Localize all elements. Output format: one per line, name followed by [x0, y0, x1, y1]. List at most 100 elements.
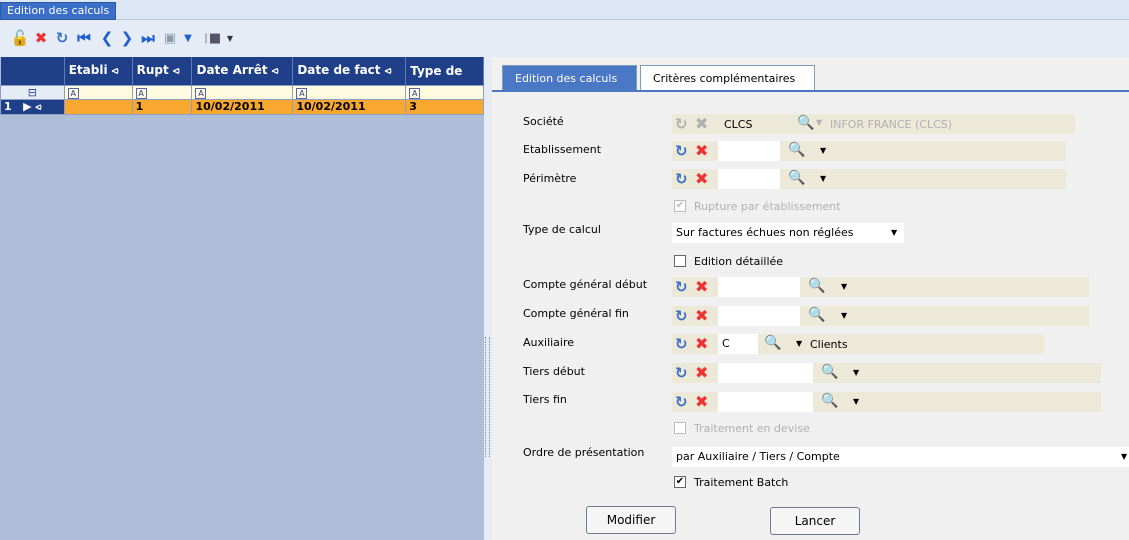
cell-rupt[interactable]: 1: [131, 98, 193, 115]
form-panel: Edition des calculs Critères complémenta…: [492, 57, 1129, 540]
view-icon[interactable]: ▣: [162, 30, 178, 46]
traitement-batch-checkbox[interactable]: ✔: [674, 476, 686, 488]
refresh-icon: ↻: [675, 115, 688, 133]
traitement-batch-label: Traitement Batch: [694, 476, 789, 489]
chevron-down-icon[interactable]: ▼: [820, 171, 830, 187]
search-icon[interactable]: 🔍: [788, 142, 805, 158]
search-icon[interactable]: 🔍: [808, 307, 825, 323]
chevron-down-icon[interactable]: ▼: [853, 394, 863, 410]
filter-icon[interactable]: A: [409, 87, 421, 98]
filter-icon[interactable]: A: [195, 87, 207, 98]
modifier-button[interactable]: Modifier: [586, 506, 676, 534]
filter-cell[interactable]: A: [131, 84, 193, 100]
chevron-down-icon[interactable]: ▼: [796, 336, 806, 352]
etablissement-input[interactable]: [718, 141, 780, 161]
tiers-fin-label: Tiers fin: [523, 393, 567, 406]
filter-cell[interactable]: A: [405, 84, 484, 100]
search-icon: 🔍: [797, 115, 815, 131]
auxiliaire-label: Auxiliaire: [523, 336, 575, 349]
perimetre-input[interactable]: [718, 169, 780, 189]
export-dropdown-icon[interactable]: ▼: [222, 30, 238, 46]
lancer-button[interactable]: Lancer: [770, 507, 860, 535]
type-calcul-label: Type de calcul: [523, 223, 601, 236]
filter-cell[interactable]: A: [292, 84, 407, 100]
chevron-down-icon[interactable]: ▼: [891, 225, 901, 241]
previous-record-icon[interactable]: ❮: [99, 29, 115, 47]
search-icon[interactable]: 🔍: [821, 364, 838, 380]
grid-header-row: Etabli ⪦ Rupt ⪦ Date Arrêt ⪦ Date de fac…: [0, 57, 484, 85]
table-row[interactable]: 1 ▶ ⪦ 1 10/02/2011 10/02/2011 3: [0, 98, 484, 115]
rupture-label: Rupture par établissement: [694, 200, 841, 213]
chevron-down-icon[interactable]: ▼: [841, 308, 851, 324]
tab-edition-calculs[interactable]: Edition des calculs: [502, 65, 637, 90]
unlock-icon[interactable]: 🔓: [11, 29, 30, 47]
edition-detaillee-checkbox[interactable]: [674, 255, 686, 267]
cell-etabli[interactable]: [63, 98, 133, 115]
chevron-down-icon[interactable]: ▼: [820, 143, 830, 159]
chevron-down-icon[interactable]: ▼: [853, 365, 863, 381]
tiers-debut-input[interactable]: [718, 363, 813, 383]
dropdown-icon[interactable]: ▼: [180, 30, 196, 46]
column-header[interactable]: Rupt ⪦: [132, 57, 193, 85]
export-icon[interactable]: ■: [207, 30, 223, 46]
refresh-icon[interactable]: ↻: [54, 29, 70, 47]
chevron-down-icon[interactable]: ▼: [1121, 449, 1129, 465]
clear-icon[interactable]: ✖: [695, 336, 711, 352]
splitter-grip[interactable]: [485, 337, 490, 457]
search-icon[interactable]: 🔍: [788, 170, 805, 186]
rupture-checkbox: ✔: [674, 200, 686, 212]
type-calcul-select[interactable]: Sur factures échues non réglées: [672, 223, 904, 243]
cell-date-fact[interactable]: 10/02/2011: [292, 98, 407, 115]
last-record-icon[interactable]: ⏭: [140, 29, 156, 47]
clear-icon: ✖: [695, 114, 709, 133]
column-header[interactable]: Date de fact ⪦: [292, 57, 407, 85]
filter-icon[interactable]: A: [296, 87, 308, 98]
clear-icon[interactable]: ✖: [695, 365, 711, 381]
tab-criteres-complementaires[interactable]: Critères complémentaires: [640, 65, 815, 90]
etablissement-label: Etablissement: [523, 143, 602, 156]
tiers-fin-input[interactable]: [718, 392, 813, 412]
results-grid: Etabli ⪦ Rupt ⪦ Date Arrêt ⪦ Date de fac…: [0, 57, 484, 115]
filter-icon[interactable]: A: [135, 87, 147, 98]
refresh-icon[interactable]: ↻: [675, 336, 691, 352]
filter-cell[interactable]: A: [191, 84, 294, 100]
window-tab-title[interactable]: Edition des calculs: [0, 2, 117, 20]
filter-icon[interactable]: A: [67, 87, 79, 98]
clear-filter-icon[interactable]: ⊟: [0, 84, 65, 100]
compte-debut-input[interactable]: [718, 277, 800, 297]
ordre-label: Ordre de présentation: [523, 446, 645, 459]
refresh-icon[interactable]: ↻: [675, 279, 691, 295]
column-header[interactable]: Type de: [405, 57, 484, 85]
clear-icon[interactable]: ✖: [695, 171, 711, 187]
next-record-icon[interactable]: ❯: [119, 29, 135, 47]
refresh-icon[interactable]: ↻: [675, 143, 691, 159]
clear-icon[interactable]: ✖: [695, 308, 711, 324]
clear-icon[interactable]: ✖: [695, 279, 711, 295]
column-header[interactable]: Date Arrêt ⪦: [191, 57, 294, 85]
cell-type[interactable]: 3: [405, 98, 484, 115]
search-icon[interactable]: 🔍: [808, 278, 825, 294]
refresh-icon[interactable]: ↻: [675, 365, 691, 381]
panel-splitter[interactable]: [484, 57, 492, 540]
column-header[interactable]: Etabli ⪦: [64, 57, 133, 85]
clear-icon[interactable]: ✖: [695, 143, 711, 159]
chevron-down-icon[interactable]: ▼: [841, 279, 851, 295]
first-record-icon[interactable]: ⏮: [76, 29, 92, 47]
delete-icon[interactable]: ✖: [33, 29, 49, 47]
row-header-corner: [0, 57, 65, 85]
search-icon[interactable]: 🔍: [821, 393, 838, 409]
search-icon[interactable]: 🔍: [764, 335, 781, 351]
refresh-icon[interactable]: ↻: [675, 171, 691, 187]
cell-date-arret[interactable]: 10/02/2011: [191, 98, 294, 115]
ordre-select[interactable]: par Auxiliaire / Tiers / Compte: [672, 447, 1129, 467]
edition-detaillee-label: Edition détaillée: [694, 255, 784, 268]
clear-icon[interactable]: ✖: [695, 394, 711, 410]
refresh-icon[interactable]: ↻: [675, 308, 691, 324]
refresh-icon[interactable]: ↻: [675, 394, 691, 410]
row-indicator[interactable]: 1 ▶ ⪦: [0, 98, 65, 115]
filter-cell[interactable]: A: [63, 84, 133, 100]
perimetre-label: Périmètre: [523, 172, 577, 185]
auxiliaire-input[interactable]: C: [718, 334, 758, 354]
compte-fin-input[interactable]: [718, 306, 800, 326]
grid-area: Etabli ⪦ Rupt ⪦ Date Arrêt ⪦ Date de fac…: [0, 57, 484, 540]
